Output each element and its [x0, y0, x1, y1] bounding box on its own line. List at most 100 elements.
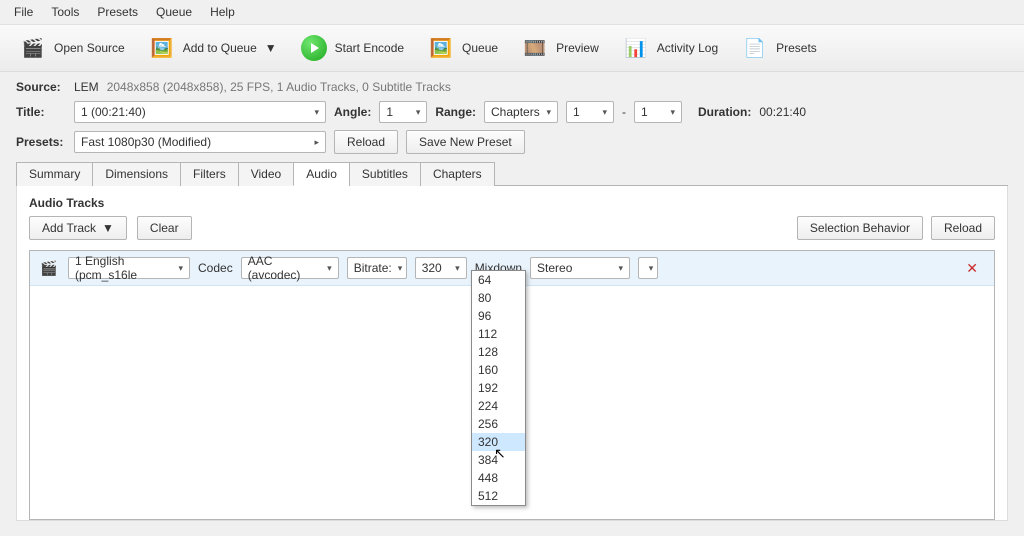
bitrate-option[interactable]: 80: [472, 289, 525, 307]
presets-label: Presets:: [16, 135, 66, 149]
track-source-dropdown[interactable]: 1 English (pcm_s16le ▾: [68, 257, 190, 279]
activity-log-button[interactable]: 📊 Activity Log: [613, 32, 728, 64]
presets-button[interactable]: 📄 Presets: [732, 32, 827, 64]
duration-label: Duration:: [698, 105, 751, 119]
chevron-down-icon: ▾: [619, 263, 624, 274]
bitrate-value: 320: [422, 261, 442, 275]
title-dropdown[interactable]: 1 (00:21:40) ▾: [74, 101, 326, 123]
log-icon: 📊: [623, 36, 649, 60]
chevron-down-icon: ▼: [102, 221, 114, 235]
source-info: 2048x858 (2048x858), 25 FPS, 1 Audio Tra…: [107, 80, 451, 94]
range-label: Range:: [435, 105, 476, 119]
range-dash: -: [622, 105, 626, 119]
duration-value: 00:21:40: [759, 105, 806, 119]
track-source-value: 1 English (pcm_s16le: [75, 254, 172, 282]
track-list: 🎬 1 English (pcm_s16le ▾ Codec AAC (avco…: [29, 250, 995, 520]
bitrate-label-dropdown[interactable]: Bitrate: ▾: [347, 257, 407, 279]
menu-file[interactable]: File: [6, 2, 41, 22]
bitrate-option-selected[interactable]: 320: [472, 433, 525, 451]
range-type-dropdown[interactable]: Chapters ▾: [484, 101, 558, 123]
chevron-down-icon: ▾: [314, 107, 319, 118]
chevron-down-icon: ▾: [327, 263, 332, 274]
bitrate-option[interactable]: 64: [472, 271, 525, 289]
angle-dropdown[interactable]: 1 ▾: [379, 101, 427, 123]
start-encode-button[interactable]: Start Encode: [291, 31, 414, 65]
queue-label: Queue: [462, 41, 498, 55]
menu-presets[interactable]: Presets: [89, 2, 146, 22]
angle-label: Angle:: [334, 105, 371, 119]
bitrate-option[interactable]: 256: [472, 415, 525, 433]
bitrate-option[interactable]: 512: [472, 487, 525, 505]
clear-button[interactable]: Clear: [137, 216, 192, 240]
title-label: Title:: [16, 105, 66, 119]
mixdown-dropdown[interactable]: Stereo ▾: [530, 257, 630, 279]
source-name: LEM: [74, 80, 99, 94]
queue-button[interactable]: 🖼️ Queue: [418, 32, 508, 64]
range-type-value: Chapters: [491, 105, 540, 119]
tab-chapters[interactable]: Chapters: [420, 162, 495, 186]
bitrate-popup[interactable]: 64 80 96 112 128 160 192 224 256 320 384…: [471, 270, 526, 506]
tabstrip: Summary Dimensions Filters Video Audio S…: [16, 161, 1008, 186]
preview-button[interactable]: 🎞️ Preview: [512, 32, 609, 64]
bitrate-option[interactable]: 384: [472, 451, 525, 469]
film-icon: 🎬: [20, 36, 46, 60]
chevron-down-icon: ▾: [398, 263, 403, 274]
presets-icon: 📄: [742, 36, 768, 60]
range-to-value: 1: [641, 105, 648, 119]
open-source-label: Open Source: [54, 41, 125, 55]
add-to-queue-button[interactable]: 🖼️ Add to Queue ▼: [139, 32, 287, 64]
delete-track-button[interactable]: ✕: [958, 260, 986, 277]
play-icon: [301, 35, 327, 61]
menu-help[interactable]: Help: [202, 2, 243, 22]
range-to-dropdown[interactable]: 1 ▾: [634, 101, 682, 123]
add-queue-label: Add to Queue: [183, 41, 257, 55]
range-from-value: 1: [573, 105, 580, 119]
reload-button[interactable]: Reload: [334, 130, 398, 154]
tab-audio[interactable]: Audio: [293, 162, 350, 186]
tab-filters[interactable]: Filters: [180, 162, 239, 186]
add-track-button[interactable]: Add Track ▼: [29, 216, 127, 240]
main-toolbar: 🎬 Open Source 🖼️ Add to Queue ▼ Start En…: [0, 25, 1024, 72]
chevron-down-icon: ▼: [265, 41, 277, 55]
menubar: File Tools Presets Queue Help: [0, 0, 1024, 25]
presets-label: Presets: [776, 41, 817, 55]
chevron-down-icon: ▾: [602, 107, 607, 118]
menu-tools[interactable]: Tools: [43, 2, 87, 22]
bitrate-dropdown[interactable]: 320 ▾: [415, 257, 467, 279]
bitrate-option[interactable]: 160: [472, 361, 525, 379]
chevron-down-icon: ▾: [649, 263, 654, 274]
chevron-down-icon: ▾: [670, 107, 675, 118]
chevron-down-icon: ▾: [178, 263, 183, 274]
angle-value: 1: [386, 105, 393, 119]
bitrate-option[interactable]: 224: [472, 397, 525, 415]
title-value: 1 (00:21:40): [81, 105, 146, 119]
bitrate-option[interactable]: 448: [472, 469, 525, 487]
menu-queue[interactable]: Queue: [148, 2, 200, 22]
open-source-button[interactable]: 🎬 Open Source: [10, 32, 135, 64]
reload-tracks-button[interactable]: Reload: [931, 216, 995, 240]
codec-dropdown[interactable]: AAC (avcodec) ▾: [241, 257, 339, 279]
tab-subtitles[interactable]: Subtitles: [349, 162, 421, 186]
preset-dropdown[interactable]: Fast 1080p30 (Modified) ▸: [74, 131, 326, 153]
preview-icon: 🎞️: [522, 36, 548, 60]
preview-label: Preview: [556, 41, 599, 55]
queue-icon: 🖼️: [428, 36, 454, 60]
range-from-dropdown[interactable]: 1 ▾: [566, 101, 614, 123]
bitrate-label: Bitrate:: [354, 261, 392, 275]
extra-dropdown[interactable]: ▾: [638, 257, 658, 279]
bitrate-option[interactable]: 112: [472, 325, 525, 343]
audio-panel: Audio Tracks Add Track ▼ Clear Selection…: [16, 186, 1008, 521]
mixdown-value: Stereo: [537, 261, 572, 275]
tab-video[interactable]: Video: [238, 162, 294, 186]
track-icon: 🎬: [38, 259, 60, 277]
add-track-label: Add Track: [42, 221, 96, 235]
bitrate-option[interactable]: 128: [472, 343, 525, 361]
chevron-down-icon: ▾: [416, 107, 421, 118]
bitrate-option[interactable]: 96: [472, 307, 525, 325]
bitrate-option[interactable]: 192: [472, 379, 525, 397]
preset-row: Presets: Fast 1080p30 (Modified) ▸ Reloa…: [16, 130, 1008, 154]
tab-summary[interactable]: Summary: [16, 162, 93, 186]
save-new-preset-button[interactable]: Save New Preset: [406, 130, 525, 154]
tab-dimensions[interactable]: Dimensions: [92, 162, 181, 186]
selection-behavior-button[interactable]: Selection Behavior: [797, 216, 923, 240]
